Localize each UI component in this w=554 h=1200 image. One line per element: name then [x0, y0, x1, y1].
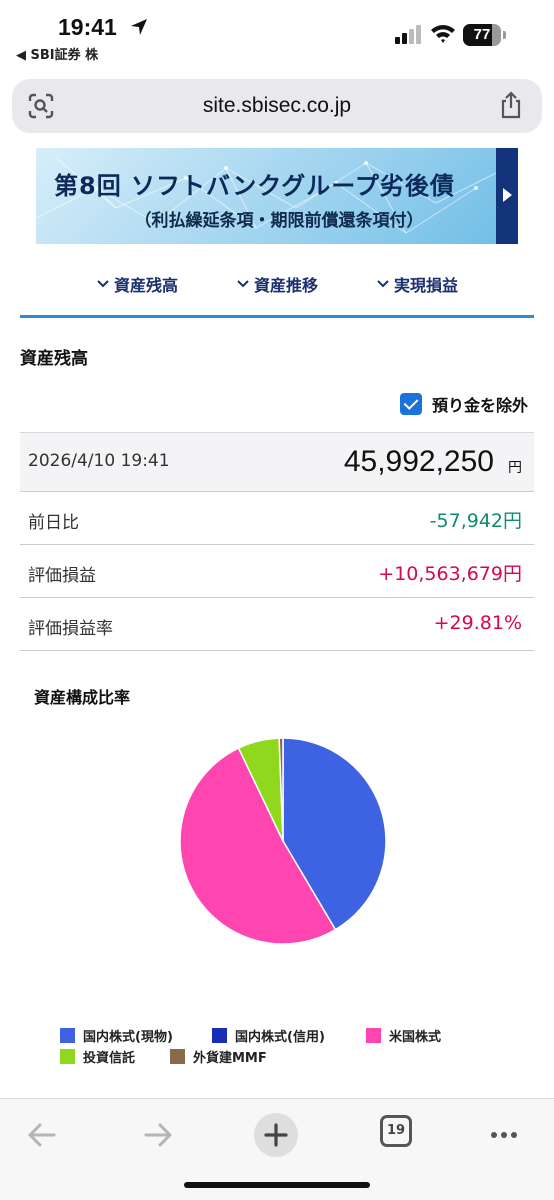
legend-label: 外貨建MMF — [193, 1050, 267, 1066]
plus-icon — [264, 1123, 288, 1147]
legend-item[interactable]: 投資信託 — [60, 1047, 136, 1066]
legend-swatch — [170, 1048, 185, 1064]
forward-arrow-icon[interactable] — [136, 1113, 180, 1157]
banner-next-arrow-icon[interactable] — [496, 148, 518, 244]
status-bar: 19:41 ◀ SBI証券 株 77 — [0, 0, 554, 66]
section-title: 資産残高 — [20, 349, 88, 369]
day-change-label: 前日比 — [28, 513, 79, 533]
total-row: 2026/4/10 19:41 45,992,250 円 — [20, 432, 534, 492]
legend-item[interactable]: 国内株式(現物) — [60, 1026, 173, 1045]
unrealized-pnl-label: 評価損益 — [28, 566, 96, 586]
total-assets-unit: 円 — [508, 460, 522, 476]
anchor-asset-history[interactable]: 資産推移 — [236, 270, 318, 298]
wifi-icon — [431, 25, 455, 43]
legend-swatch — [212, 1027, 227, 1043]
share-icon[interactable] — [498, 91, 524, 119]
total-assets-value: 45,992,250 — [343, 445, 494, 478]
legend-label: 国内株式(現物) — [83, 1029, 173, 1045]
composition-title: 資産構成比率 — [34, 688, 131, 707]
new-tab-button[interactable] — [254, 1113, 298, 1157]
legend-item[interactable]: 国内株式(信用) — [212, 1026, 325, 1045]
exclude-deposit-checkbox[interactable] — [400, 393, 422, 415]
banner-title: 第8回 ソフトバンクグループ劣後債 — [54, 172, 455, 200]
unrealized-pnl-rate-label: 評価損益率 — [28, 619, 113, 639]
legend-label: 米国株式 — [389, 1029, 442, 1045]
anchor-label: 資産残高 — [114, 276, 179, 295]
day-change-value: -57,942円 — [429, 510, 522, 532]
unrealized-pnl-value: +10,563,679円 — [378, 563, 522, 585]
legend-item[interactable]: 外貨建MMF — [170, 1047, 267, 1066]
legend-label: 国内株式(信用) — [235, 1029, 325, 1045]
tab-switcher-button[interactable]: 19 — [380, 1115, 424, 1159]
as-of-datetime: 2026/4/10 19:41 — [28, 451, 170, 471]
anchor-label: 実現損益 — [394, 276, 459, 295]
asset-composition-pie-chart — [179, 737, 387, 945]
exclude-deposit-label: 預り金を除外 — [432, 396, 529, 415]
table-row: 評価損益 +10,563,679円 — [20, 545, 534, 598]
banner-subtitle: （利払繰延条項・期限前償還条項付） — [134, 211, 424, 231]
battery-percent: 77 — [473, 26, 491, 43]
url-text[interactable]: site.sbisec.co.jp — [12, 79, 542, 133]
table-row: 前日比 -57,942円 — [20, 492, 534, 545]
location-arrow-icon — [131, 19, 147, 35]
clock-time: 19:41 — [58, 14, 117, 40]
battery-icon: 77 — [463, 24, 507, 46]
anchor-label: 資産推移 — [254, 276, 319, 295]
cellular-signal-icon — [395, 25, 421, 44]
legend-swatch — [60, 1027, 75, 1043]
unrealized-pnl-rate-value: +29.81% — [433, 612, 522, 634]
more-options-icon[interactable] — [482, 1113, 526, 1157]
legend-label: 投資信託 — [83, 1050, 136, 1066]
table-row: 評価損益率 +29.81% — [20, 598, 534, 651]
anchor-asset-balance[interactable]: 資産残高 — [96, 270, 178, 298]
address-bar[interactable]: site.sbisec.co.jp — [12, 79, 542, 133]
chevron-down-icon — [97, 280, 109, 288]
bond-promo-banner[interactable]: 第8回 ソフトバンクグループ劣後債 （利払繰延条項・期限前償還条項付） — [36, 148, 518, 244]
chevron-down-icon — [237, 280, 249, 288]
exclude-deposit-toggle[interactable]: 預り金を除外 — [400, 392, 528, 416]
tab-count: 19 — [380, 1115, 412, 1147]
back-arrow-icon[interactable] — [20, 1113, 64, 1157]
chevron-down-icon — [377, 280, 389, 288]
section-anchor-nav: 資産残高 資産推移 実現損益 — [20, 264, 534, 318]
legend-item[interactable]: 米国株式 — [366, 1026, 442, 1045]
home-indicator — [184, 1182, 370, 1188]
back-to-app-link[interactable]: ◀ SBI証券 株 — [16, 44, 98, 63]
asset-summary-table: 2026/4/10 19:41 45,992,250 円 前日比 -57,942… — [20, 432, 534, 651]
anchor-realized-pnl[interactable]: 実現損益 — [376, 270, 458, 298]
legend-swatch — [60, 1048, 75, 1064]
legend-swatch — [366, 1027, 381, 1043]
